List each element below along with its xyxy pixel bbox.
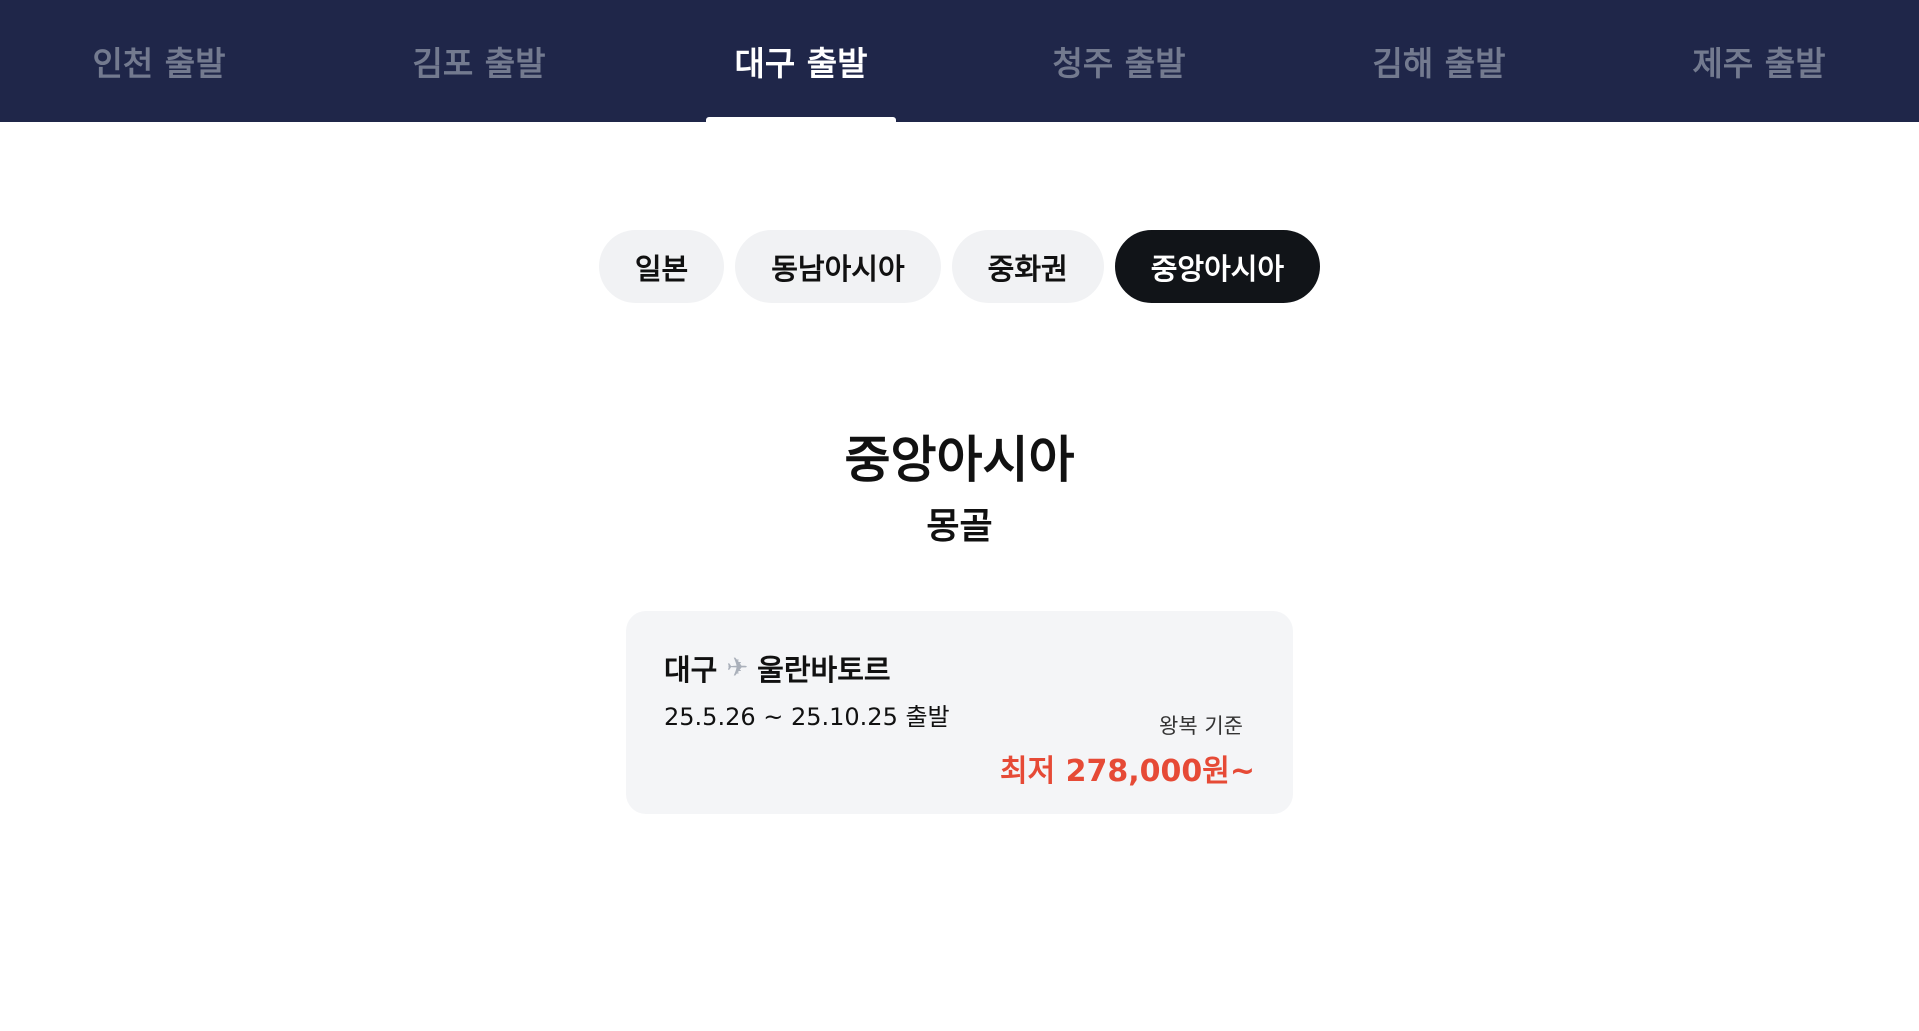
tab-gimpo-departure[interactable]: 김포 출발 [384,0,574,122]
region-filter: 일본 동남아시아 중화권 중앙아시아 [0,230,1919,303]
tab-incheon-departure[interactable]: 인천 출발 [64,0,254,122]
pill-label: 일본 [634,251,689,286]
destination-city: 울란바토르 [757,653,891,687]
tab-jeju-departure[interactable]: 제주 출발 [1664,0,1854,122]
tab-daegu-departure[interactable]: 대구 출발 [706,0,896,122]
origin-city: 대구 [664,653,718,687]
tab-label: 인천 출발 [92,44,226,83]
airplane-icon: ✈ [726,653,749,683]
travel-period: 25.5.26 ~ 25.10.25 출발 [664,703,950,731]
tab-cheongju-departure[interactable]: 청주 출발 [1024,0,1214,122]
lowest-price: 최저 278,000원~ [999,754,1255,789]
tab-gimhae-departure[interactable]: 김해 출발 [1344,0,1534,122]
pill-japan[interactable]: 일본 [598,230,725,303]
route-line: 대구 ✈ 울란바토르 [664,647,891,689]
pill-southeast-asia[interactable]: 동남아시아 [735,230,941,303]
section-title: 중앙아시아 [844,431,1075,489]
pill-label: 중화권 [987,251,1068,286]
route-card[interactable]: 대구 ✈ 울란바토르 25.5.26 ~ 25.10.25 출발 왕복 기준 최… [626,611,1293,814]
pill-label: 중앙아시아 [1150,251,1285,286]
tab-label: 제주 출발 [1692,44,1826,83]
pill-central-asia[interactable]: 중앙아시아 [1114,230,1321,303]
fare-basis-label: 왕복 기준 [1159,714,1243,738]
active-tab-indicator [706,117,896,122]
departure-tab-bar: 인천 출발 김포 출발 대구 출발 청주 출발 김해 출발 제주 출발 [0,0,1919,122]
pill-label: 동남아시아 [771,251,905,286]
tab-label: 대구 출발 [734,44,868,83]
pill-greater-china[interactable]: 중화권 [951,230,1104,303]
country-subtitle: 몽골 [926,506,993,547]
tab-label: 청주 출발 [1052,44,1186,83]
tab-label: 김해 출발 [1372,44,1506,83]
tab-label: 김포 출발 [412,44,546,83]
